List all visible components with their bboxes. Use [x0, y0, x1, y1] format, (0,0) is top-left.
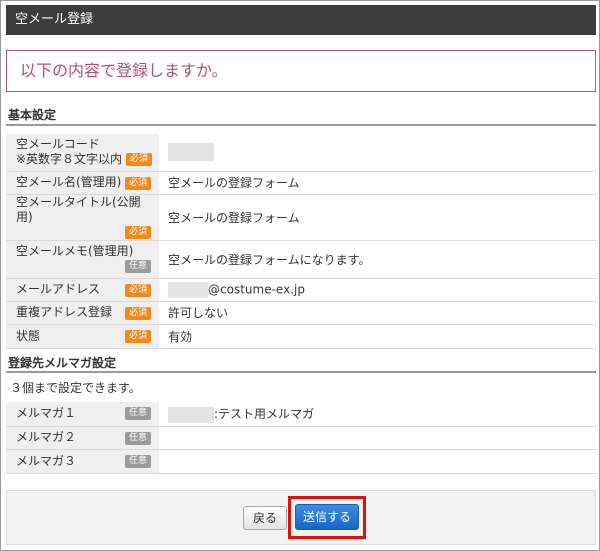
- label-text: 空メールタイトル(公開用): [16, 194, 141, 224]
- table-row: メールアドレス 必須 @costume-ex.jp: [6, 278, 596, 302]
- row-label: メールアドレス 必須: [6, 278, 159, 302]
- label-text: メールアドレス: [16, 282, 101, 296]
- required-badge: 必須: [124, 176, 151, 190]
- redacted-value: [168, 406, 214, 423]
- required-badge: 必須: [124, 329, 151, 343]
- table-row: メルマガ１ 任意 :テスト用メルマガ: [6, 402, 596, 427]
- required-badge: 必須: [124, 306, 151, 320]
- table-row: 空メールコード ※英数字８文字以内 必須: [6, 134, 596, 172]
- optional-badge: 任意: [124, 431, 151, 445]
- label-text: 空メール名(管理用): [16, 175, 122, 189]
- required-badge: 必須: [124, 225, 151, 239]
- row-label: 状態 必須: [6, 324, 159, 349]
- optional-badge: 任意: [124, 407, 151, 420]
- table-row: 空メール名(管理用) 必須 空メールの登録フォーム: [6, 171, 596, 195]
- section-heading-basic: 基本設定: [8, 108, 57, 122]
- required-badge: 必須: [125, 153, 152, 167]
- magazine-note: ３個まで設定できます。: [10, 381, 141, 395]
- magazine-settings-table: メルマガ１ 任意 :テスト用メルマガ メルマガ２ 任意 メルマガ３ 任意: [6, 402, 596, 474]
- section-divider: [6, 371, 596, 373]
- row-value: :テスト用メルマガ: [159, 402, 596, 427]
- email-domain: @costume-ex.jp: [208, 282, 305, 296]
- row-value: [159, 134, 596, 172]
- row-value: [159, 449, 596, 474]
- table-row: 空メールメモ(管理用) 任意 空メールの登録フォームになります。: [6, 240, 596, 279]
- row-label: メルマガ２ 任意: [6, 426, 159, 450]
- table-row: 空メールタイトル(公開用) 必須 空メールの登録フォーム: [6, 194, 596, 241]
- magazine-name: :テスト用メルマガ: [214, 407, 315, 421]
- row-value: @costume-ex.jp: [159, 278, 596, 302]
- dialog-frame: 空メール登録 以下の内容で登録しますか。 基本設定 空メールコード ※英数字８文…: [0, 0, 600, 551]
- confirm-message: 以下の内容で登録しますか。: [20, 61, 228, 80]
- row-value: 空メールの登録フォーム: [159, 194, 596, 241]
- row-label: 空メールタイトル(公開用) 必須: [6, 194, 159, 241]
- section-divider: [6, 124, 596, 126]
- row-label: メルマガ３ 任意: [6, 449, 159, 474]
- label-text: メルマガ２: [16, 430, 77, 444]
- row-label: 空メール名(管理用) 必須: [6, 171, 159, 195]
- label-text: 状態: [16, 328, 41, 343]
- label-text: 空メールメモ(管理用): [16, 244, 134, 258]
- optional-badge: 任意: [124, 260, 151, 273]
- section-heading-magazine: 登録先メルマガ設定: [8, 356, 117, 370]
- table-row: メルマガ３ 任意: [6, 449, 596, 474]
- required-badge: 必須: [124, 283, 151, 297]
- table-row: 重複アドレス登録 必須 許可しない: [6, 301, 596, 325]
- window-title-bar: 空メール登録: [6, 5, 596, 35]
- submit-button[interactable]: 送信する: [295, 504, 359, 530]
- row-value: [159, 426, 596, 450]
- row-value: 空メールの登録フォームになります。: [159, 240, 596, 279]
- label-text: メルマガ３: [16, 453, 77, 468]
- window-title: 空メール登録: [15, 12, 94, 27]
- redacted-value: [168, 281, 208, 298]
- confirm-message-box: 以下の内容で登録しますか。: [6, 50, 596, 92]
- label-text: 空メールコード: [16, 137, 100, 152]
- label-text: メルマガ１: [16, 406, 77, 421]
- row-label: メルマガ１ 任意: [6, 402, 159, 427]
- basic-settings-table: 空メールコード ※英数字８文字以内 必須 空メール名(管理用) 必須 空メールの…: [6, 134, 596, 349]
- optional-badge: 任意: [124, 454, 151, 468]
- row-label: 空メールコード ※英数字８文字以内 必須: [6, 134, 159, 172]
- row-label: 重複アドレス登録 必須: [6, 301, 159, 325]
- label-text: 重複アドレス登録: [16, 305, 113, 319]
- back-button[interactable]: 戻る: [243, 506, 287, 530]
- redacted-value: [168, 143, 214, 162]
- row-value: 空メールの登録フォーム: [159, 171, 596, 195]
- label-subtext: ※英数字８文字以内 必須: [16, 152, 153, 167]
- row-value: 許可しない: [159, 301, 596, 325]
- table-row: メルマガ２ 任意: [6, 426, 596, 450]
- row-label: 空メールメモ(管理用) 任意: [6, 240, 159, 279]
- row-value: 有効: [159, 324, 596, 349]
- table-row: 状態 必須 有効: [6, 324, 596, 349]
